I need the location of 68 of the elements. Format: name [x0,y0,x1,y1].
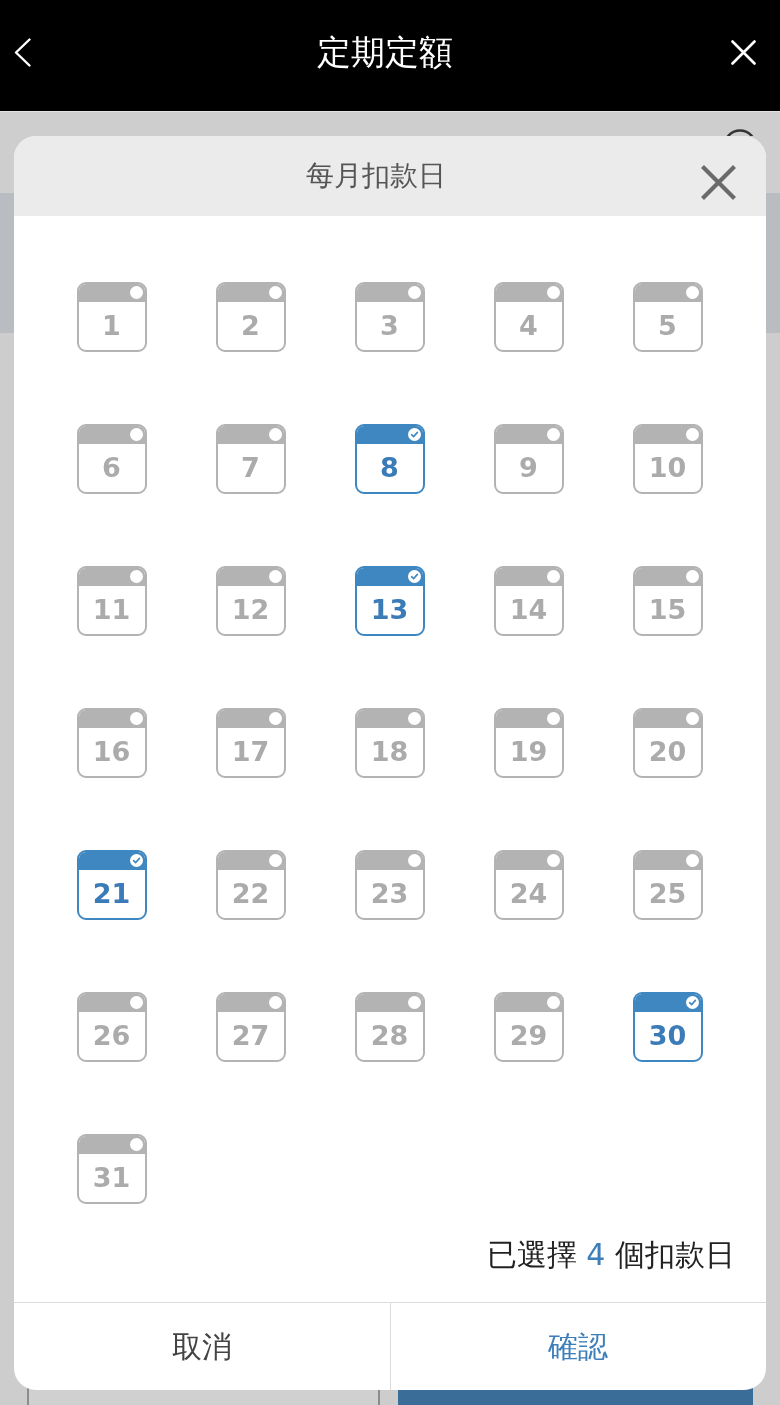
day-button[interactable]: 27 [215,992,286,1062]
circle-icon [547,285,560,299]
check-icon [408,427,421,441]
day-button[interactable]: 31 [76,1134,147,1204]
day-button[interactable]: 30 [632,992,703,1062]
day-button[interactable]: 3 [354,282,425,352]
circle-icon [408,711,421,725]
circle-icon [269,569,282,583]
circle-icon [269,427,282,441]
circle-icon [269,995,282,1009]
circle-icon [269,711,282,725]
day-button[interactable]: 7 [215,424,286,494]
day-button[interactable]: 15 [632,566,703,636]
page-title: 定期定額 [317,31,453,73]
circle-icon [547,569,560,583]
check-icon [130,853,143,867]
day-button[interactable]: 17 [215,708,286,778]
check-icon [686,995,699,1009]
circle-icon [408,995,421,1009]
circle-icon [130,427,143,441]
circle-icon [686,285,699,299]
day-button[interactable]: 14 [493,566,564,636]
selection-summary: 已選擇 4 個扣款日 [486,1237,735,1273]
cancel-button[interactable]: 取消 [14,1303,390,1390]
day-button[interactable]: 19 [493,708,564,778]
circle-icon [408,285,421,299]
circle-icon [547,427,560,441]
circle-icon [269,853,282,867]
day-button[interactable]: 9 [493,424,564,494]
dialog-title: 每月扣款日 [305,158,446,194]
check-icon [408,569,421,583]
day-button[interactable]: 21 [76,850,147,920]
circle-icon [547,995,560,1009]
day-button[interactable]: 29 [493,992,564,1062]
day-button[interactable]: 28 [354,992,425,1062]
circle-icon [130,995,143,1009]
circle-icon [686,427,699,441]
day-button[interactable]: 4 [493,282,564,352]
day-button[interactable]: 6 [76,424,147,494]
circle-icon [686,853,699,867]
day-button[interactable]: 12 [215,566,286,636]
day-button[interactable]: 25 [632,850,703,920]
circle-icon [686,569,699,583]
circle-icon [547,853,560,867]
circle-icon [130,569,143,583]
day-button[interactable]: 20 [632,708,703,778]
day-button[interactable]: 10 [632,424,703,494]
day-button[interactable]: 16 [76,708,147,778]
day-button[interactable]: 11 [76,566,147,636]
day-button[interactable]: 22 [215,850,286,920]
day-button[interactable]: 8 [354,424,425,494]
day-button[interactable]: 1 [76,282,147,352]
day-button[interactable]: 5 [632,282,703,352]
circle-icon [408,853,421,867]
circle-icon [547,711,560,725]
circle-icon [130,711,143,725]
circle-icon [130,285,143,299]
back-icon[interactable] [14,37,31,67]
day-button[interactable]: 26 [76,992,147,1062]
circle-icon [130,1137,143,1151]
confirm-button[interactable]: 確認 [389,1303,766,1390]
day-button[interactable]: 2 [215,282,286,352]
day-button[interactable]: 18 [354,708,425,778]
day-button[interactable]: 13 [354,566,425,636]
day-button[interactable]: 24 [493,850,564,920]
circle-icon [269,285,282,299]
day-button[interactable]: 23 [354,850,425,920]
circle-icon [686,711,699,725]
